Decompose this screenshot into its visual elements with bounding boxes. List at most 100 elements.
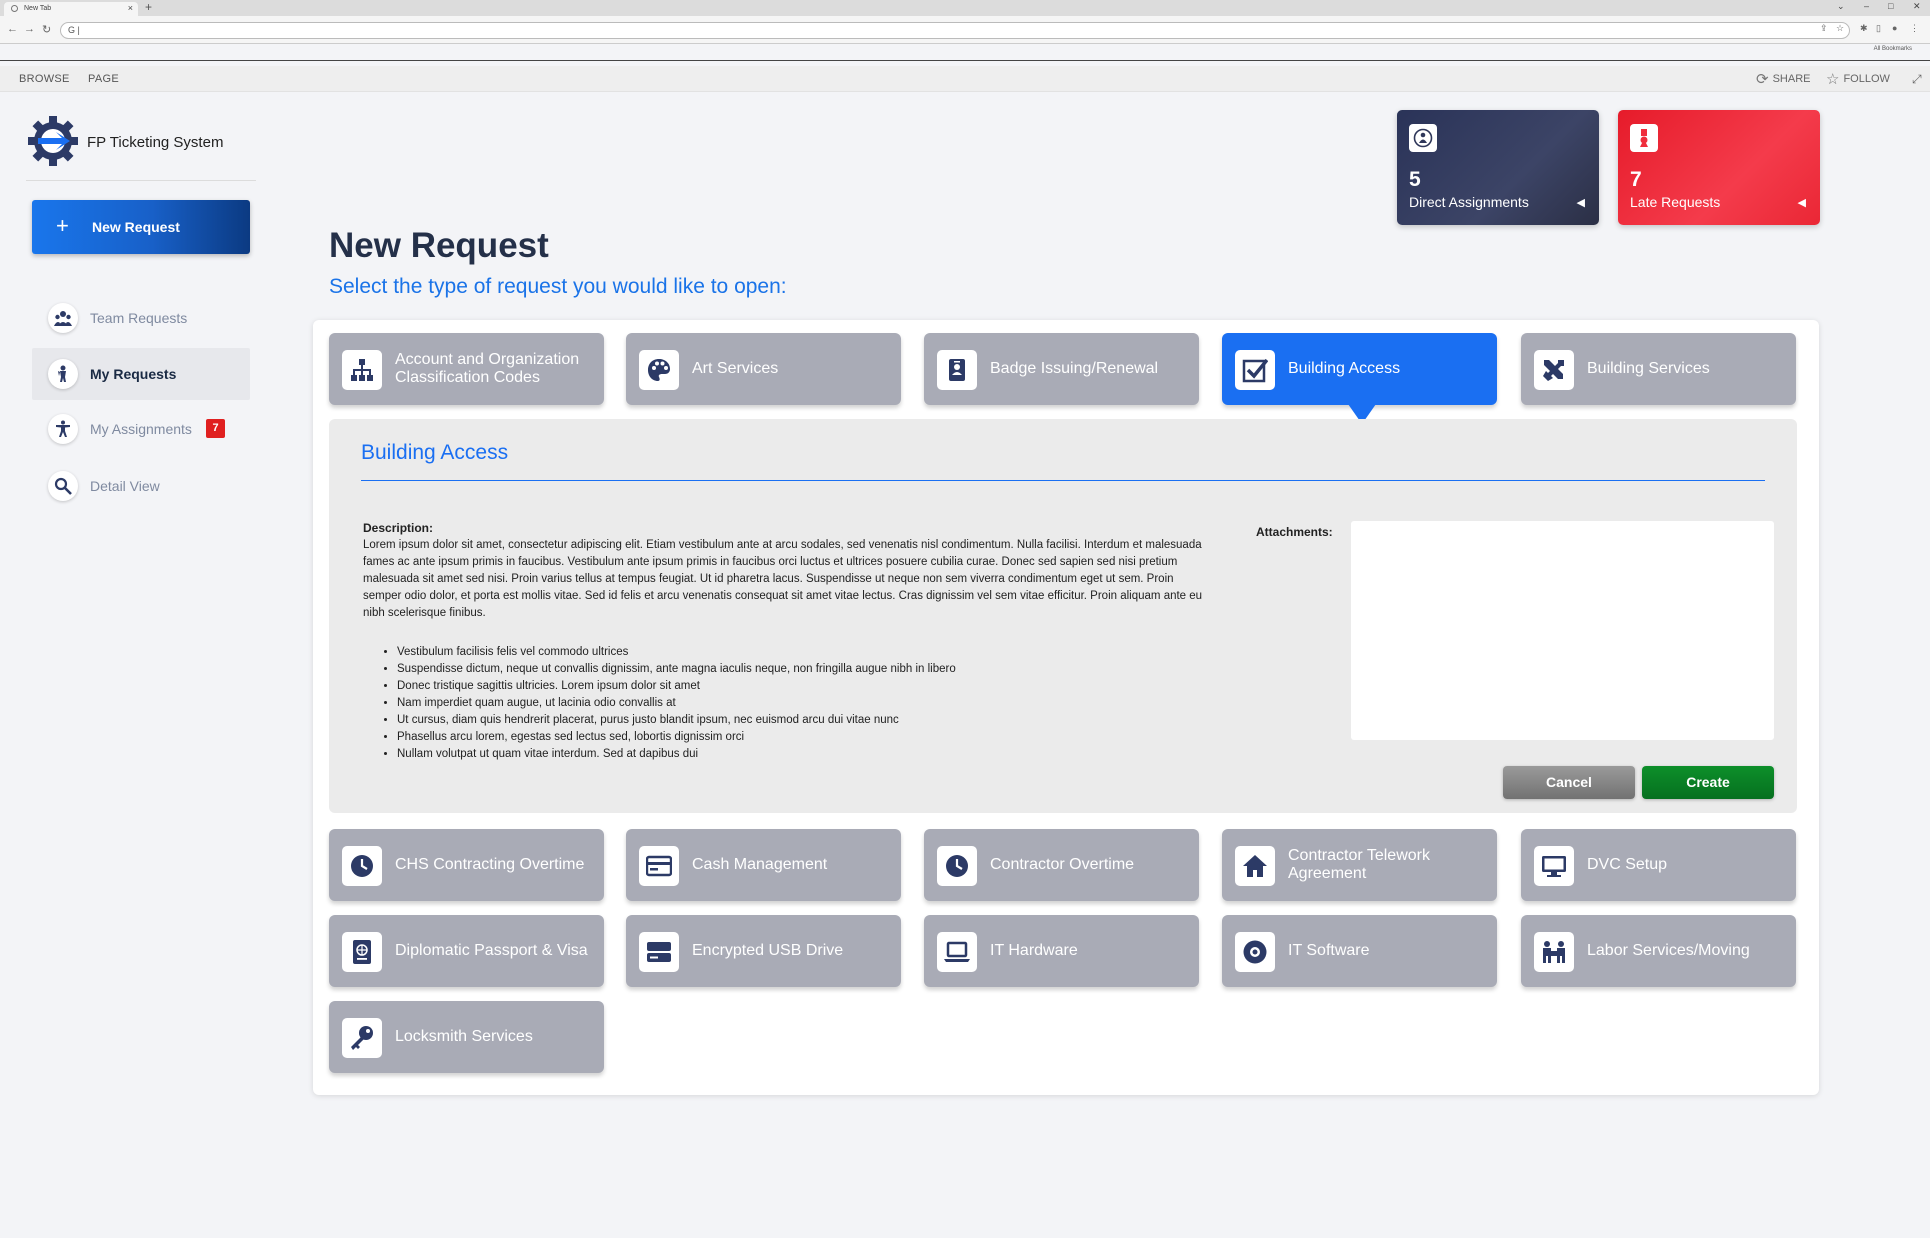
target-person-icon [1409,124,1437,152]
tile-label: CHS Contracting Overtime [395,856,585,873]
clock-icon [342,846,382,886]
attachments-label: Attachments: [1256,525,1333,539]
tile-label: Account and Organization Classification … [395,351,580,386]
extensions-icon[interactable]: ✱ [1860,23,1868,34]
list-item: Ut cursus, diam quis hendrerit placerat,… [397,712,956,729]
browser-tab[interactable]: New Tab × [4,2,138,16]
gear-logo-icon [26,114,80,168]
tile-it-hardware[interactable]: IT Hardware [924,915,1199,987]
person-icon [48,359,78,389]
description-label: Description: [363,521,434,535]
tile-label: Building Access [1288,360,1401,377]
browser-toolbar: ← → ↻ G | ⇪ ☆ ✱ ▯ ● ⋮ [0,16,1930,44]
tools-icon [1534,350,1574,390]
detail-title: Building Access [361,441,509,464]
tile-encrypted-usb[interactable]: Encrypted USB Drive [626,915,901,987]
maximize-button[interactable]: □ [1888,1,1893,11]
key-icon [342,1018,382,1058]
tile-label: Labor Services/Moving [1587,942,1750,959]
kpi-late-requests[interactable]: 7 Late Requests ◀ [1618,110,1820,225]
tile-building-services[interactable]: Building Services [1521,333,1796,405]
address-bar[interactable]: G | [60,22,1850,39]
tile-label: Contractor Overtime [990,856,1135,873]
cancel-button[interactable]: Cancel [1503,766,1635,799]
laptop-icon [937,932,977,972]
tile-dvc-setup[interactable]: DVC Setup [1521,829,1796,901]
caret-left-icon: ◀ [1576,197,1585,209]
share-page-icon[interactable]: ⇪ [1820,23,1828,34]
tile-label: Contractor Telework Agreement [1288,847,1430,882]
forward-icon[interactable]: → [24,23,35,35]
sidebar-item-my-requests[interactable]: My Requests [32,348,250,400]
tile-locksmith-services[interactable]: Locksmith Services [329,1001,604,1073]
ribbon: BROWSE PAGE ⟳ SHARE ☆ FOLLOW ⤢ [0,66,1930,92]
assignments-count-badge: 7 [206,419,225,438]
tile-it-software[interactable]: IT Software [1222,915,1497,987]
sidebar-item-label: My Assignments [90,421,192,437]
kpi-label: Direct Assignments [1409,194,1529,210]
share-button[interactable]: ⟳ SHARE [1756,69,1810,89]
focus-content-icon[interactable]: ⤢ [1912,69,1922,89]
app-brand-name: FP Ticketing System [87,134,224,151]
sidebar-item-my-assignments[interactable]: My Assignments 7 [32,403,250,455]
checkmark-icon [1235,350,1275,390]
palette-icon [639,350,679,390]
sidebar-item-label: My Requests [90,366,177,382]
attachments-dropzone[interactable] [1351,521,1774,740]
page-subtitle: Select the type of request you would lik… [329,275,787,298]
tile-label: Art Services [692,360,779,377]
minimize-button[interactable]: – [1864,1,1869,11]
share-label: SHARE [1772,73,1811,85]
list-item: Nullam volutpat ut quam vitae interdum. … [397,746,956,763]
back-icon[interactable]: ← [7,23,18,35]
plus-icon: + [56,213,69,238]
tile-account-org-codes[interactable]: Account and Organization Classification … [329,333,604,405]
sidepanel-icon[interactable]: ▯ [1876,23,1881,34]
sidebar-item-team-requests[interactable]: Team Requests [32,292,250,344]
tile-label: Encrypted USB Drive [692,942,844,959]
sidebar-item-label: Team Requests [90,310,188,326]
kpi-value: 7 [1630,168,1642,191]
list-item: Phasellus arcu lorem, egestas sed lectus… [397,729,956,746]
tile-badge-issuing[interactable]: Badge Issuing/Renewal [924,333,1199,405]
tile-contractor-telework[interactable]: Contractor Telework Agreement [1222,829,1497,901]
all-bookmarks[interactable]: All Bookmarks [1874,46,1912,52]
magnifier-icon [48,471,78,501]
page-title: New Request [329,226,549,265]
tile-art-services[interactable]: Art Services [626,333,901,405]
reload-icon[interactable]: ↻ [42,23,51,36]
list-item: Vestibulum facilisis felis vel commodo u… [397,644,956,661]
new-request-label: New Request [92,219,180,235]
menu-icon[interactable]: ⋮ [1910,23,1919,34]
sidebar-item-label: Detail View [90,478,160,494]
kpi-direct-assignments[interactable]: 5 Direct Assignments ◀ [1397,110,1599,225]
monitor-icon [1534,846,1574,886]
tile-labor-services-moving[interactable]: Labor Services/Moving [1521,915,1796,987]
tile-cash-management[interactable]: Cash Management [626,829,901,901]
sidebar-item-detail-view[interactable]: Detail View [32,460,250,512]
passport-icon [342,932,382,972]
ribbon-tab-browse[interactable]: BROWSE [19,73,70,85]
tab-close-icon[interactable]: × [128,3,133,13]
tile-contractor-overtime[interactable]: Contractor Overtime [924,829,1199,901]
tile-label: Cash Management [692,856,828,873]
profile-icon[interactable]: ● [1892,23,1897,33]
clock-icon [937,846,977,886]
tile-building-access[interactable]: Building Access [1222,333,1497,405]
description-bullets: Vestibulum facilisis felis vel commodo u… [397,644,956,763]
tab-search-icon[interactable]: ⌄ [1837,1,1845,12]
tile-label: Building Services [1587,360,1710,377]
org-chart-icon [342,350,382,390]
tile-diplomatic-passport[interactable]: Diplomatic Passport & Visa [329,915,604,987]
tile-label: IT Software [1288,942,1370,959]
ribbon-tab-page[interactable]: PAGE [88,73,119,85]
tile-chs-contracting-overtime[interactable]: CHS Contracting Overtime [329,829,604,901]
follow-button[interactable]: ☆ FOLLOW [1826,69,1890,89]
new-request-button[interactable]: + New Request [32,200,250,254]
tile-label: IT Hardware [990,942,1078,959]
new-tab-button[interactable]: + [145,0,152,14]
bookmark-star-icon[interactable]: ☆ [1836,23,1844,34]
create-button[interactable]: Create [1642,766,1774,799]
tab-favicon-icon [11,5,18,12]
close-window-button[interactable]: ✕ [1913,1,1921,12]
